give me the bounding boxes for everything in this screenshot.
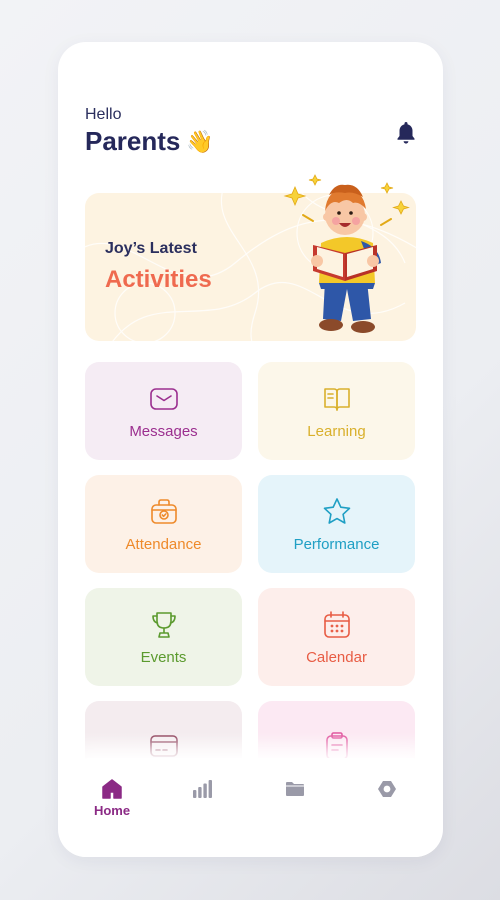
tile-label: Performance — [293, 535, 380, 553]
tab-home[interactable]: Home — [82, 778, 142, 828]
briefcase-check-icon — [150, 498, 177, 524]
tile-messages[interactable]: Messages — [85, 362, 242, 460]
tile-label: Calendar — [306, 648, 367, 666]
banner-title: Activities — [105, 266, 212, 293]
home-icon — [102, 779, 122, 799]
waving-hand-icon: 👋 — [186, 128, 214, 154]
phone-screen: Hello Parents 👋 Joy’s Latest Activities — [58, 42, 443, 857]
book-icon — [323, 387, 350, 411]
star-icon — [323, 497, 350, 524]
tab-home-label: Home — [93, 803, 131, 818]
tile-performance[interactable]: Performance — [258, 475, 415, 573]
tile-learning[interactable]: Learning — [258, 362, 415, 460]
hexagon-settings-icon — [378, 781, 396, 797]
calendar-icon — [323, 610, 350, 638]
folder-icon — [286, 782, 304, 796]
greeting-text: Hello — [85, 106, 122, 123]
bar-chart-icon — [193, 780, 212, 798]
tile-events[interactable]: Events — [85, 588, 242, 686]
banner-subtitle: Joy’s Latest — [105, 240, 197, 257]
tile-label: Messages — [129, 422, 198, 440]
tile-label: Events — [140, 648, 187, 666]
tile-attendance[interactable]: Attendance — [85, 475, 242, 573]
tile-label: Learning — [307, 422, 366, 440]
boy-reading-illustration — [283, 174, 410, 333]
tab-stats[interactable] — [172, 778, 232, 828]
trophy-icon — [151, 611, 176, 638]
bottom-tab-bar: Home — [66, 758, 435, 857]
tab-settings[interactable] — [357, 778, 417, 828]
tab-files[interactable] — [265, 778, 325, 828]
page-title: Parents 👋 — [85, 126, 214, 157]
tile-label: Attendance — [125, 535, 202, 553]
envelope-icon — [149, 387, 178, 410]
page-title-text: Parents — [85, 126, 181, 156]
tile-calendar[interactable]: Calendar — [258, 588, 415, 686]
notification-bell-icon[interactable] — [394, 120, 418, 146]
